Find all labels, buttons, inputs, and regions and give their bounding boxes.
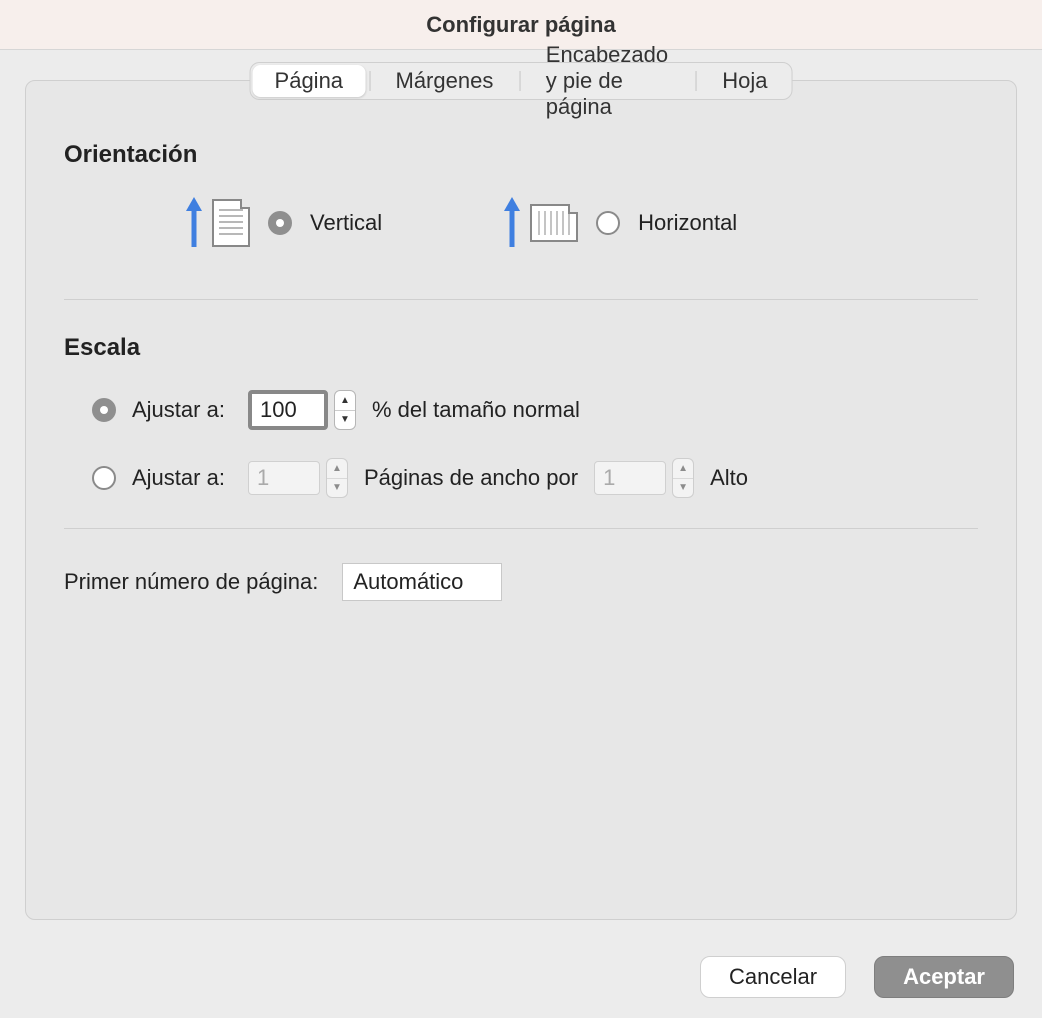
- landscape-page-icon: [530, 204, 578, 242]
- tab-sheet[interactable]: Hoja: [700, 65, 789, 97]
- scale-fit-mid-label: Páginas de ancho por: [364, 465, 578, 491]
- tab-page-label: Página: [275, 68, 344, 94]
- chevron-down-icon[interactable]: ▼: [335, 410, 355, 430]
- scale-fit-tall-input[interactable]: 1: [594, 461, 666, 495]
- cancel-button[interactable]: Cancelar: [700, 956, 846, 998]
- tab-margins[interactable]: Márgenes: [374, 65, 516, 97]
- orientation-vertical-option[interactable]: Vertical: [184, 197, 382, 249]
- scale-adjust-row: Ajustar a: 100 ▲ ▼ % del tamaño normal: [64, 390, 978, 430]
- tab-page[interactable]: Página: [253, 65, 366, 97]
- portrait-icon: [184, 197, 250, 249]
- orientation-vertical-radio[interactable]: [268, 211, 292, 235]
- chevron-up-icon[interactable]: ▲: [327, 459, 347, 478]
- chevron-down-icon[interactable]: ▼: [673, 478, 693, 498]
- dialog-body: Página Márgenes Encabezado y pie de pági…: [0, 50, 1042, 920]
- orientation-horizontal-label: Horizontal: [638, 210, 737, 236]
- scale-adjust-stepper-buttons[interactable]: ▲ ▼: [334, 390, 356, 430]
- landscape-icon: [502, 197, 578, 249]
- divider: [64, 528, 978, 529]
- scale-fit-wide-value: 1: [257, 465, 269, 491]
- page-panel: Página Márgenes Encabezado y pie de pági…: [25, 80, 1017, 920]
- scale-fit-tall-stepper: 1 ▲ ▼: [594, 458, 694, 498]
- scale-fit-wide-stepper-buttons[interactable]: ▲ ▼: [326, 458, 348, 498]
- first-page-input[interactable]: Automático: [342, 563, 502, 601]
- scale-heading: Escala: [64, 334, 978, 362]
- tab-sheet-label: Hoja: [722, 68, 767, 94]
- ok-button[interactable]: Aceptar: [874, 956, 1014, 998]
- scale-fit-wide-input[interactable]: 1: [248, 461, 320, 495]
- divider: [64, 299, 978, 300]
- cancel-button-label: Cancelar: [729, 964, 817, 990]
- scale-adjust-label: Ajustar a:: [132, 397, 232, 423]
- chevron-up-icon[interactable]: ▲: [335, 391, 355, 410]
- tab-header-footer-label: Encabezado y pie de página: [546, 42, 670, 120]
- scale-fit-wide-stepper: 1 ▲ ▼: [248, 458, 348, 498]
- scale-fit-tall-value: 1: [603, 465, 615, 491]
- scale-adjust-radio[interactable]: [92, 398, 116, 422]
- dialog-footer: Cancelar Aceptar: [700, 956, 1014, 998]
- tab-header-footer[interactable]: Encabezado y pie de página: [524, 65, 692, 97]
- ok-button-label: Aceptar: [903, 964, 985, 990]
- first-page-value: Automático: [353, 569, 463, 595]
- first-page-label: Primer número de página:: [64, 569, 318, 595]
- orientation-options: Vertical Horizontal: [64, 197, 978, 249]
- scale-adjust-suffix: % del tamaño normal: [372, 397, 580, 423]
- scale-adjust-value: 100: [260, 397, 297, 423]
- orientation-horizontal-option[interactable]: Horizontal: [502, 197, 737, 249]
- tab-margins-label: Márgenes: [396, 68, 494, 94]
- chevron-down-icon[interactable]: ▼: [327, 478, 347, 498]
- scale-adjust-stepper: 100 ▲ ▼: [248, 390, 356, 430]
- scale-fit-tall-stepper-buttons[interactable]: ▲ ▼: [672, 458, 694, 498]
- scale-fit-tall-label: Alto: [710, 465, 748, 491]
- orientation-horizontal-radio[interactable]: [596, 211, 620, 235]
- scale-adjust-input[interactable]: 100: [248, 390, 328, 430]
- tab-bar: Página Márgenes Encabezado y pie de pági…: [250, 62, 793, 100]
- scale-fit-row: Ajustar a: 1 ▲ ▼ Páginas de ancho por 1 …: [64, 458, 978, 498]
- scale-fit-radio[interactable]: [92, 466, 116, 490]
- first-page-row: Primer número de página: Automático: [64, 563, 978, 601]
- orientation-heading: Orientación: [64, 141, 978, 169]
- orientation-vertical-label: Vertical: [310, 210, 382, 236]
- window-title-text: Configurar página: [426, 12, 615, 38]
- window-title: Configurar página: [0, 0, 1042, 50]
- scale-fit-label: Ajustar a:: [132, 465, 232, 491]
- chevron-up-icon[interactable]: ▲: [673, 459, 693, 478]
- portrait-page-icon: [212, 199, 250, 247]
